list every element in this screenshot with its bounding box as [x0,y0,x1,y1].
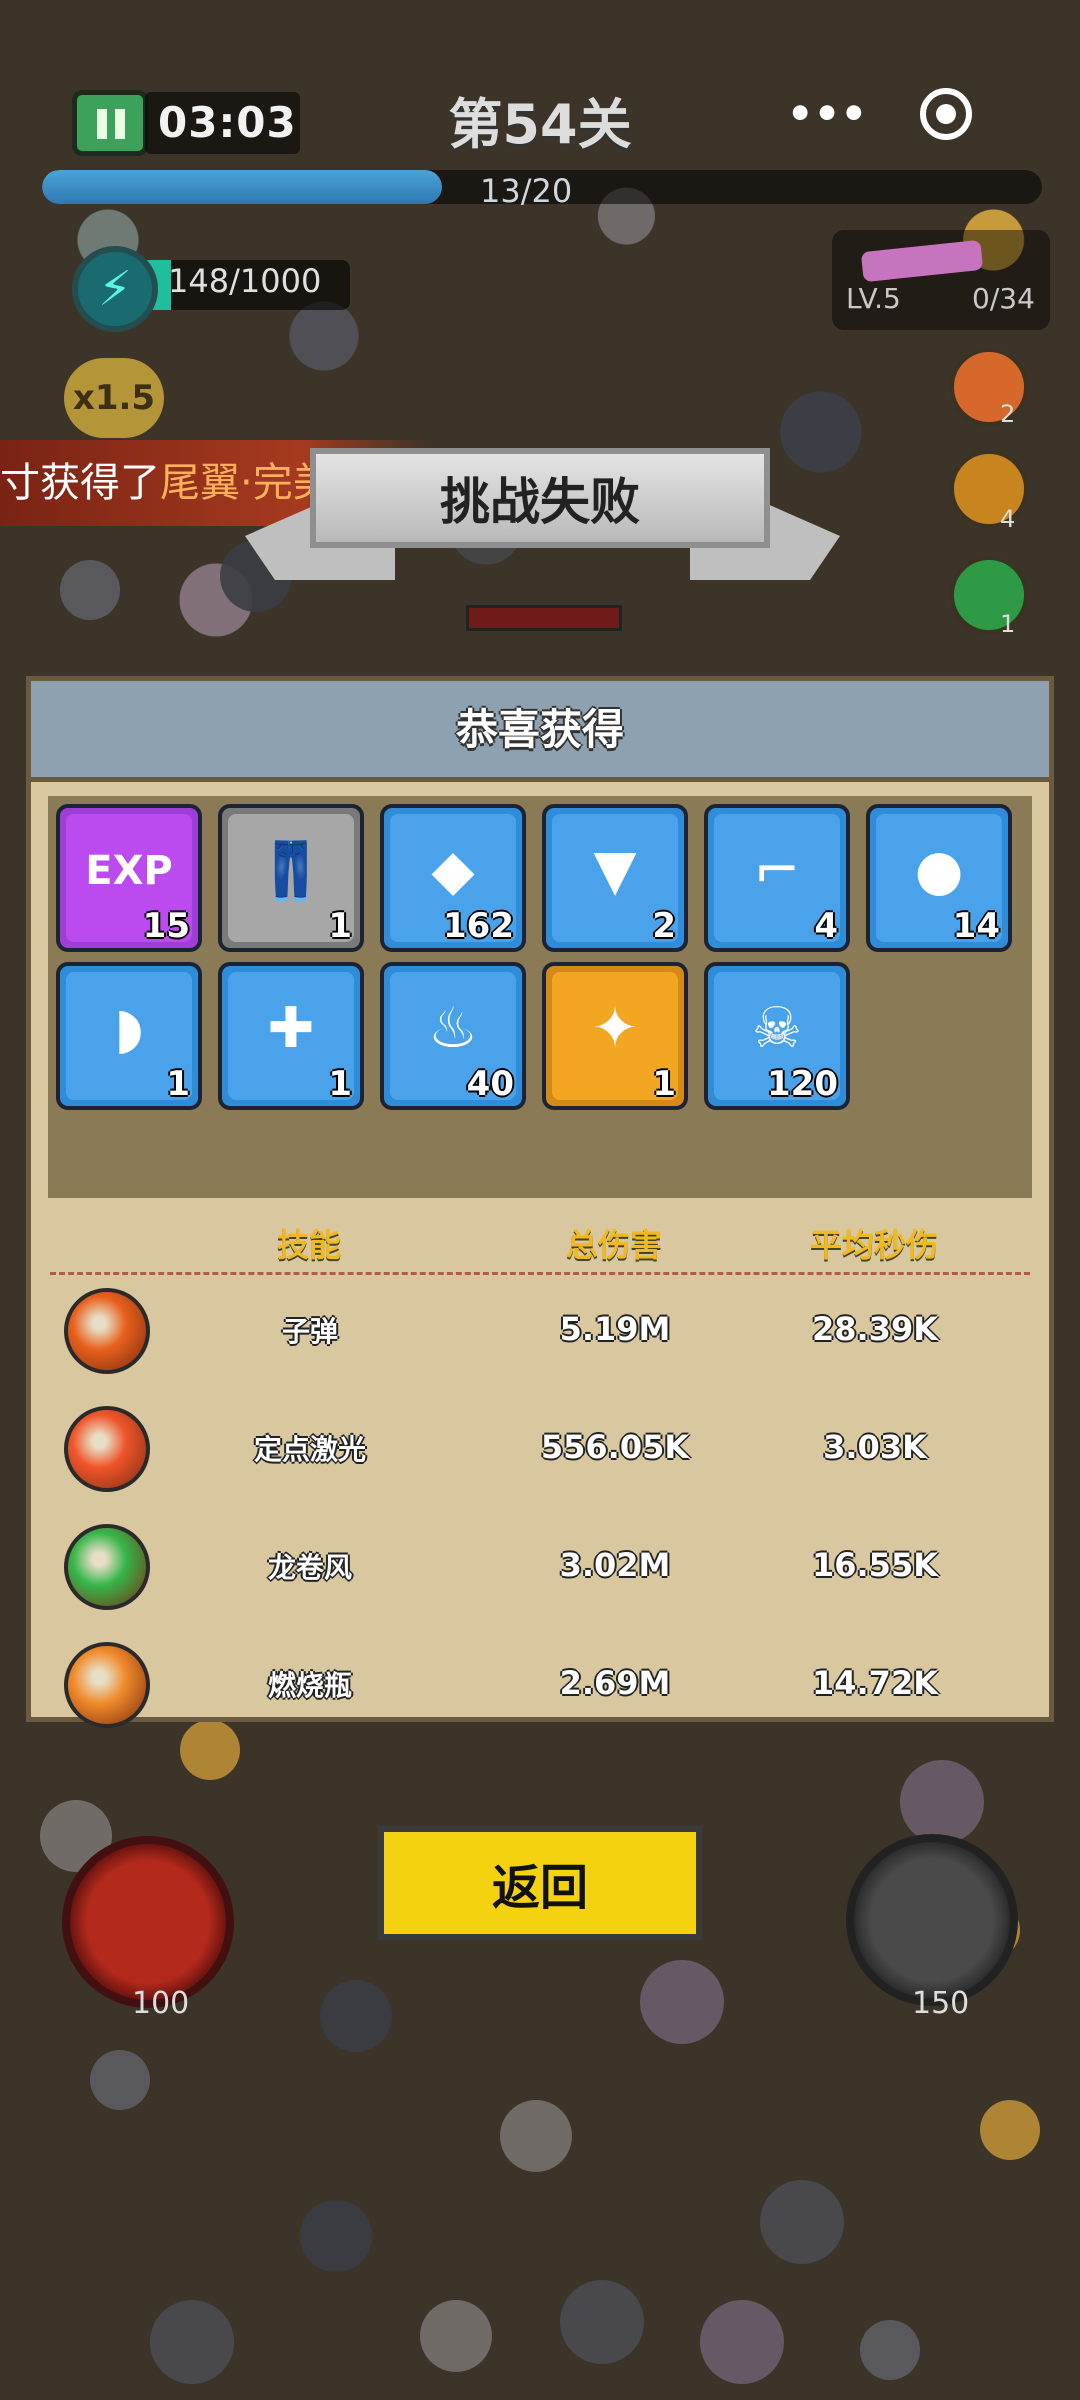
stats-total-damage: 5.19M [559,1310,671,1348]
reward-qty: 162 [443,906,514,946]
bullet-gun-icon [64,1288,150,1374]
zombie-figure [560,2280,644,2364]
zombie-figure [300,2200,372,2272]
flame-helmet-icon: ♨ [427,996,479,1061]
reward-item[interactable]: EXP 15 [56,804,202,952]
zombie-figure [860,2320,920,2380]
stats-divider [50,1272,1030,1275]
rewards-panel-title: 恭喜获得 [455,705,624,754]
wave-progress-text: 13/20 [480,172,573,210]
reward-qty: 2 [652,906,676,946]
lightning-icon: ⚡ [72,246,158,332]
drone-skill-cost: 150 [912,1986,970,2021]
reward-qty: 1 [652,1064,676,1104]
drone-skill-button[interactable] [846,1834,1018,2006]
side-skill-count: 1 [1000,610,1016,638]
weapon-count: 0/34 [972,282,1035,315]
stats-total-damage: 3.02M [559,1546,671,1584]
reward-item[interactable]: ▼ 2 [542,804,688,952]
zombie-figure [320,1980,392,2052]
pause-button[interactable] [72,90,148,156]
reward-qty: 1 [166,1064,190,1104]
zombie-figure [90,2050,150,2110]
notice-prefix: 寸获得了 [0,460,160,506]
zombie-figure [150,2300,234,2384]
stats-header-dps: 平均秒伤 [809,1226,938,1264]
reward-item[interactable]: ◆ 162 [380,804,526,952]
reward-qty: 1 [328,906,352,946]
zombie-figure [420,2300,492,2372]
reward-qty: 15 [142,906,190,946]
stats-header-total: 总伤害 [565,1226,662,1264]
zombie-figure [980,2100,1040,2160]
zombie-figure [500,2100,572,2172]
stats-avg-dps: 28.39K [811,1310,938,1348]
stats-avg-dps: 16.55K [811,1546,938,1584]
side-skill-count: 2 [1000,400,1016,428]
reward-qty: 4 [814,906,838,946]
reward-item[interactable]: ♨ 40 [380,962,526,1110]
reward-qty: 1 [328,1064,352,1104]
grenade-skill-button[interactable] [62,1836,234,2008]
reward-item[interactable]: ✚ 1 [218,962,364,1110]
reward-item[interactable]: ⌐ 4 [704,804,850,952]
more-menu-button[interactable]: ••• [782,92,872,140]
reward-item[interactable]: ✦ 1 [542,962,688,1110]
pistol-blueprint-icon: ⌐ [753,838,801,903]
laser-icon [64,1406,150,1492]
reward-qty: 14 [952,906,1000,946]
stats-avg-dps: 3.03K [823,1428,927,1466]
stats-total-damage: 2.69M [559,1664,671,1702]
failure-banner-title: 挑战失败 [440,473,640,531]
purple-orb-icon: ● [914,838,964,903]
tornado-icon [64,1524,150,1610]
zombie-figure [60,560,120,620]
zombie-figure [900,1760,984,1844]
tornado-icon [950,556,1028,634]
target-icon[interactable] [920,88,972,140]
stats-skill-name: 定点激光 [253,1433,366,1466]
timer: 03:03 [158,98,297,147]
weapon-level: LV.5 [846,282,901,315]
wrench-blueprint-icon: ✚ [267,996,315,1061]
reward-item[interactable]: ☠ 120 [704,962,850,1110]
grenade-skill-cost: 100 [132,1986,190,2021]
zombie-figure [640,1960,724,2044]
crystal-cube-icon: ◆ [431,838,475,903]
molotov-icon [64,1642,150,1728]
exp-icon: EXP [85,848,173,894]
spiked-wheel-icon [950,450,1028,528]
blueprint-chip-icon: ▼ [593,838,637,903]
stats-skill-name: 龙卷风 [267,1551,352,1584]
zombie-figure [760,2180,844,2264]
reward-item[interactable]: ◗ 1 [56,962,202,1110]
level-title: 第54关 [448,93,632,156]
pants-icon: 👖 [256,839,326,904]
wave-progress-fill [42,170,442,204]
shoe-blueprint-icon: ◗ [114,996,144,1061]
stats-skill-name: 燃烧瓶 [267,1669,352,1702]
return-button-label[interactable]: 返回 [378,1848,702,1918]
stats-avg-dps: 14.72K [811,1664,938,1702]
skull-coin-icon: ☠ [751,996,803,1061]
stats-header-skill: 技能 [276,1226,341,1264]
stats-skill-name: 子弹 [281,1315,338,1348]
speed-button[interactable]: x1.5 [64,358,164,438]
reward-qty: 40 [466,1064,514,1104]
reward-item[interactable]: ● 14 [866,804,1012,952]
side-skill-count: 4 [1000,505,1016,533]
tail-chip-icon: ✦ [591,996,639,1061]
energy-text: 148/1000 [168,262,322,300]
zombie-figure [180,1720,240,1780]
reward-qty: 120 [767,1064,838,1104]
health-bar [466,605,622,631]
molotov-icon [950,348,1028,426]
stats-total-damage: 556.05K [540,1428,690,1466]
reward-item[interactable]: 👖 1 [218,804,364,952]
zombie-figure [700,2300,784,2384]
